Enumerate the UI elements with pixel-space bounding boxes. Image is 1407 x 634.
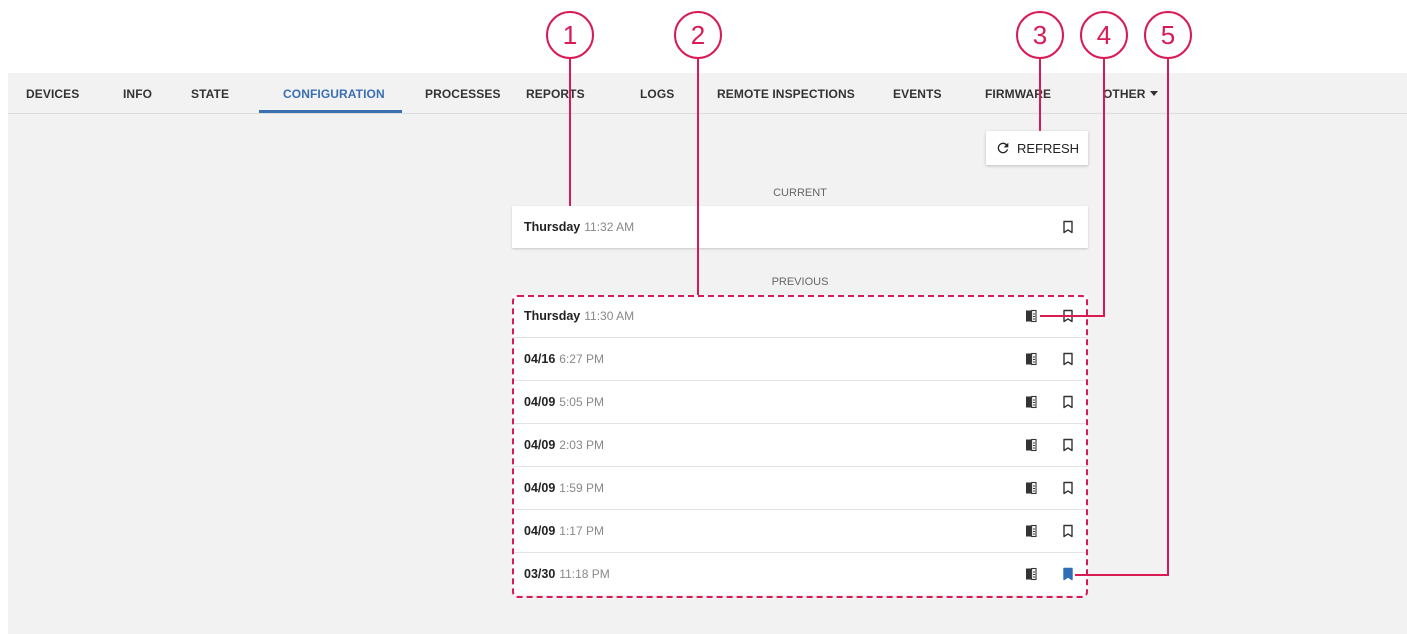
row-text: 04/09 5:05 PM (524, 381, 604, 423)
row-date: 04/09 (524, 395, 556, 409)
tab-logs[interactable]: LOGS (640, 73, 674, 113)
row-time: 2:03 PM (559, 438, 604, 452)
previous-config-row[interactable]: 04/09 5:05 PM (512, 381, 1088, 424)
current-config-card: Thursday 11:32 AM (512, 206, 1088, 248)
compare-icon[interactable] (1024, 524, 1038, 538)
row-date: Thursday (524, 220, 581, 234)
row-time: 1:17 PM (559, 524, 604, 538)
previous-config-row[interactable]: 04/09 2:03 PM (512, 424, 1088, 467)
row-date: 04/09 (524, 438, 556, 452)
row-time: 11:30 AM (584, 309, 635, 323)
refresh-button[interactable]: REFRESH (986, 131, 1088, 165)
row-time: 1:59 PM (559, 481, 604, 495)
refresh-label: REFRESH (1016, 140, 1080, 156)
row-date: 04/09 (524, 524, 556, 538)
callout-number-3: 3 (1032, 20, 1048, 50)
tab-other-label: OTHER (1103, 87, 1146, 101)
row-time: 5:05 PM (559, 395, 604, 409)
row-time: 11:32 AM (584, 220, 635, 234)
compare-icon[interactable] (1024, 438, 1038, 452)
caret-down-icon (1149, 91, 1158, 96)
row-text: Thursday 11:30 AM (524, 295, 634, 337)
callout-number-4: 4 (1096, 20, 1112, 50)
row-text: 04/09 1:17 PM (524, 510, 604, 552)
callout-number-5: 5 (1160, 20, 1176, 50)
previous-config-list: Thursday 11:30 AM 04/16 6:27 PM 04/09 5:05 PM… (512, 295, 1088, 595)
previous-config-row[interactable]: 03/30 11:18 PM (512, 553, 1088, 595)
row-date: 03/30 (524, 567, 556, 581)
bookmark-icon[interactable] (1061, 395, 1075, 409)
tab-devices[interactable]: DEVICES (26, 73, 79, 113)
bookmark-icon[interactable] (1061, 309, 1075, 323)
previous-config-row[interactable]: 04/09 1:59 PM (512, 467, 1088, 510)
previous-config-row[interactable]: 04/09 1:17 PM (512, 510, 1088, 553)
compare-icon[interactable] (1024, 395, 1038, 409)
compare-icon[interactable] (1024, 481, 1038, 495)
row-date: 04/16 (524, 352, 556, 366)
tab-remote-inspections[interactable]: REMOTE INSPECTIONS (717, 73, 855, 113)
active-tab-indicator (259, 110, 402, 113)
bookmark-icon[interactable] (1061, 352, 1075, 366)
row-time: 11:18 PM (559, 567, 610, 581)
top-nav: DEVICES INFO STATE CONFIGURATION PROCESS… (8, 73, 1407, 114)
tab-processes[interactable]: PROCESSES (425, 73, 501, 113)
compare-icon[interactable] (1024, 567, 1038, 581)
previous-config-row[interactable]: 04/16 6:27 PM (512, 338, 1088, 381)
previous-section-label: PREVIOUS (771, 276, 829, 288)
row-date: 04/09 (524, 481, 556, 495)
current-section-label: CURRENT (773, 187, 827, 199)
compare-icon[interactable] (1024, 352, 1038, 366)
bookmark-icon[interactable] (1061, 438, 1075, 452)
refresh-icon (997, 142, 1009, 154)
row-text: 04/16 6:27 PM (524, 338, 604, 380)
tab-info[interactable]: INFO (123, 73, 152, 113)
tab-configuration[interactable]: CONFIGURATION (283, 73, 385, 113)
row-text: 04/09 2:03 PM (524, 424, 604, 466)
bookmark-icon[interactable] (1061, 220, 1075, 234)
row-date: Thursday (524, 309, 581, 323)
tab-reports[interactable]: REPORTS (526, 73, 585, 113)
callout-number-2: 2 (690, 20, 706, 50)
tab-state[interactable]: STATE (191, 73, 229, 113)
bookmark-filled-icon[interactable] (1061, 567, 1075, 581)
bookmark-icon[interactable] (1061, 524, 1075, 538)
current-config-row[interactable]: Thursday 11:32 AM (512, 206, 1088, 248)
bookmark-icon[interactable] (1061, 481, 1075, 495)
tab-events[interactable]: EVENTS (893, 73, 942, 113)
row-time: 6:27 PM (559, 352, 604, 366)
row-text: 04/09 1:59 PM (524, 467, 604, 509)
row-text: 03/30 11:18 PM (524, 553, 610, 595)
compare-icon[interactable] (1024, 309, 1038, 323)
tab-other[interactable]: OTHER (1103, 73, 1158, 113)
previous-config-row[interactable]: Thursday 11:30 AM (512, 295, 1088, 338)
callout-number-1: 1 (562, 20, 578, 50)
row-text: Thursday 11:32 AM (524, 206, 634, 248)
tab-firmware[interactable]: FIRMWARE (985, 73, 1051, 113)
